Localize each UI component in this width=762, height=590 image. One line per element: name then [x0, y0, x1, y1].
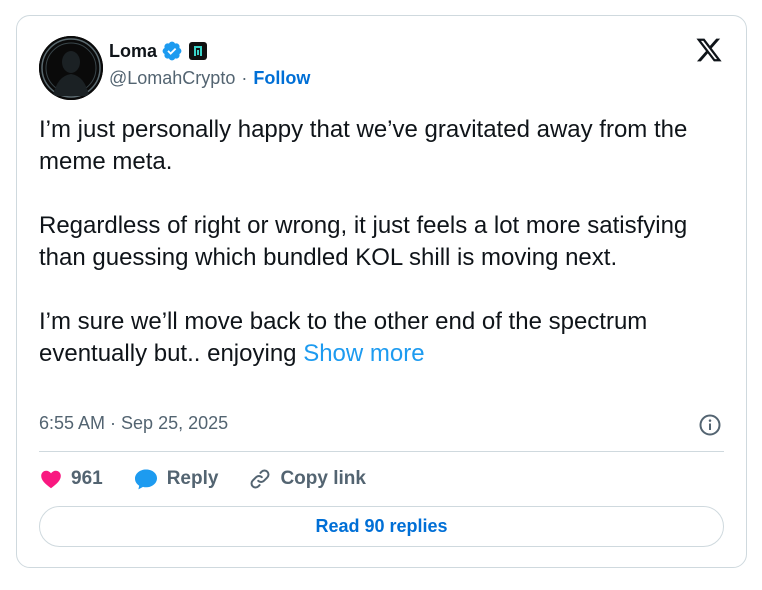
- tweet-paragraph-last: I’m sure we’ll move back to the other en…: [39, 306, 729, 370]
- avatar[interactable]: [39, 36, 103, 100]
- tweet-text: I’m just personally happy that we’ve gra…: [39, 114, 729, 370]
- author-name[interactable]: Loma: [109, 41, 157, 62]
- affiliate-badge-icon: [189, 42, 208, 60]
- reply-label: Reply: [166, 468, 219, 489]
- tweet-embed-card: Loma @LomahCrypto · Follow I’m just pers…: [16, 15, 747, 568]
- link-icon: [250, 469, 270, 489]
- tweet-paragraph: Regardless of right or wrong, it just fe…: [39, 212, 688, 271]
- tweet-timestamp[interactable]: 6:55 AM · Sep 25, 2025: [39, 413, 228, 434]
- info-icon[interactable]: [698, 413, 722, 437]
- follow-button[interactable]: Follow: [253, 68, 310, 89]
- x-logo-icon[interactable]: [694, 36, 724, 64]
- action-bar: 961 Reply Copy link: [39, 464, 396, 494]
- copy-link-button[interactable]: Copy link: [248, 467, 366, 491]
- like-button[interactable]: 961: [39, 467, 103, 491]
- divider: [39, 451, 724, 452]
- verified-badge-icon: [162, 41, 182, 61]
- reply-bubble-icon: [134, 469, 157, 490]
- author-handle[interactable]: @LomahCrypto: [109, 68, 235, 89]
- separator-dot: ·: [241, 68, 248, 88]
- read-replies-button[interactable]: Read 90 replies: [39, 506, 724, 547]
- reply-button[interactable]: Reply: [133, 467, 219, 491]
- like-count: 961: [71, 468, 103, 489]
- avatar-silhouette-icon: [39, 36, 103, 100]
- author-handle-row: @LomahCrypto · Follow: [109, 68, 310, 89]
- tweet-paragraph: I’m just personally happy that we’ve gra…: [39, 116, 688, 175]
- show-more-link[interactable]: Show more: [303, 340, 424, 367]
- author-name-row: Loma: [109, 38, 208, 64]
- copy-link-label: Copy link: [280, 468, 366, 489]
- heart-icon: [41, 470, 61, 489]
